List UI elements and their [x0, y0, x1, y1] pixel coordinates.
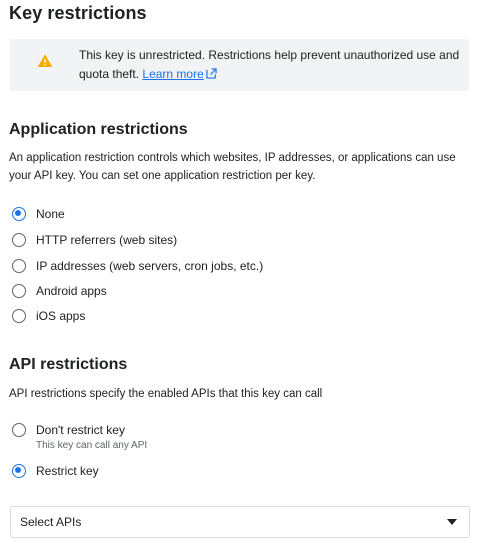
radio-sublabel: This key can call any API — [36, 440, 148, 451]
radio-button[interactable] — [12, 259, 26, 273]
radio-label: Android apps — [36, 284, 107, 298]
radio-ip-addresses[interactable]: IP addresses (web servers, cron jobs, et… — [12, 257, 263, 275]
radio-label: IP addresses (web servers, cron jobs, et… — [36, 259, 264, 273]
radio-button[interactable] — [12, 464, 26, 478]
warning-message: This key is unrestricted. Restrictions h… — [79, 48, 460, 81]
warning-icon — [37, 54, 53, 67]
radio-android-apps[interactable]: Android apps — [12, 282, 107, 300]
learn-more-label[interactable]: Learn more — [142, 67, 203, 81]
radio-http-referrers[interactable]: HTTP referrers (web sites) — [12, 231, 177, 249]
learn-more-link[interactable]: Learn more — [142, 67, 217, 81]
application-restrictions-description: An application restriction controls whic… — [9, 152, 456, 182]
application-restrictions-title: Application restrictions — [9, 121, 188, 138]
radio-ios-apps[interactable]: iOS apps — [12, 307, 85, 325]
radio-label: HTTP referrers (web sites) — [36, 233, 178, 247]
radio-none[interactable]: None — [12, 205, 65, 223]
radio-button[interactable] — [12, 233, 26, 247]
select-apis-dropdown[interactable]: Select APIs — [10, 506, 470, 538]
api-restrictions-title: API restrictions — [9, 356, 128, 373]
api-restrictions-description: API restrictions specify the enabled API… — [9, 388, 323, 400]
warning-banner: This key is unrestricted. Restrictions h… — [10, 39, 469, 91]
radio-dont-restrict-key[interactable]: Don't restrict key — [12, 421, 125, 439]
radio-button[interactable] — [12, 309, 26, 323]
radio-button[interactable] — [12, 284, 26, 298]
radio-restrict-key[interactable]: Restrict key — [12, 462, 99, 480]
external-link-icon[interactable] — [206, 68, 217, 79]
radio-button[interactable] — [12, 207, 26, 221]
radio-label: None — [36, 207, 65, 221]
radio-label: Don't restrict key — [36, 423, 125, 437]
radio-button[interactable] — [12, 423, 26, 437]
radio-label: Restrict key — [36, 464, 99, 478]
page-title: Key restrictions — [9, 3, 147, 23]
select-apis-label: Select APIs — [20, 515, 82, 529]
radio-label: iOS apps — [36, 309, 86, 323]
warning-text: This key is unrestricted. Restrictions h… — [79, 46, 464, 84]
caret-down-icon[interactable] — [447, 519, 457, 525]
